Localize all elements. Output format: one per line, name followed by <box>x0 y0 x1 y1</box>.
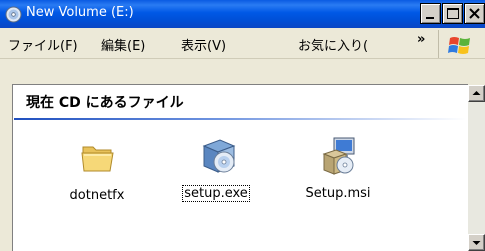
scroll-down-button[interactable] <box>468 234 485 251</box>
windows-logo-icon <box>447 33 473 59</box>
menu-file[interactable]: ファイル(F) <box>8 35 78 54</box>
scroll-up-button[interactable] <box>468 85 485 102</box>
vertical-scrollbar[interactable] <box>468 85 485 251</box>
group-divider <box>14 118 466 120</box>
msi-package-icon <box>320 136 358 175</box>
file-item-setup-msi[interactable]: Setup.msi <box>290 136 386 216</box>
minimize-icon <box>426 17 434 19</box>
arrow-up-icon <box>472 91 481 95</box>
file-name: Setup.msi <box>305 186 371 201</box>
file-name: dotnetfx <box>69 188 125 203</box>
close-icon <box>469 8 480 19</box>
title-bar[interactable]: New Volume (E:) <box>0 0 485 28</box>
window-title: New Volume (E:) <box>26 5 134 20</box>
menu-view[interactable]: 表示(V) <box>181 35 226 54</box>
menu-edit[interactable]: 編集(E) <box>101 35 145 54</box>
menu-favorites[interactable]: お気に入り( <box>298 35 368 54</box>
maximize-button[interactable] <box>442 3 463 24</box>
menu-bar: ファイル(F) 編集(E) 表示(V) お気に入り( » <box>0 28 485 59</box>
file-item-setup-exe[interactable]: setup.exe <box>168 136 264 216</box>
cd-drive-icon <box>5 6 22 23</box>
minimize-button[interactable] <box>420 3 441 24</box>
setup-exe-icon <box>198 136 236 174</box>
explorer-window: New Volume (E:) ファイル(F) 編集(E) 表示(V) お気に入… <box>0 0 485 251</box>
file-item-dotnetfx[interactable]: dotnetfx <box>49 138 145 218</box>
file-name: setup.exe <box>182 185 250 202</box>
folder-icon <box>79 138 117 176</box>
close-button[interactable] <box>464 3 485 24</box>
menu-overflow-chevron[interactable]: » <box>417 32 425 47</box>
maximize-icon <box>447 8 459 19</box>
arrow-down-icon <box>472 241 481 245</box>
menu-separator <box>438 30 439 58</box>
group-header: 現在 CD にあるファイル <box>26 95 184 111</box>
